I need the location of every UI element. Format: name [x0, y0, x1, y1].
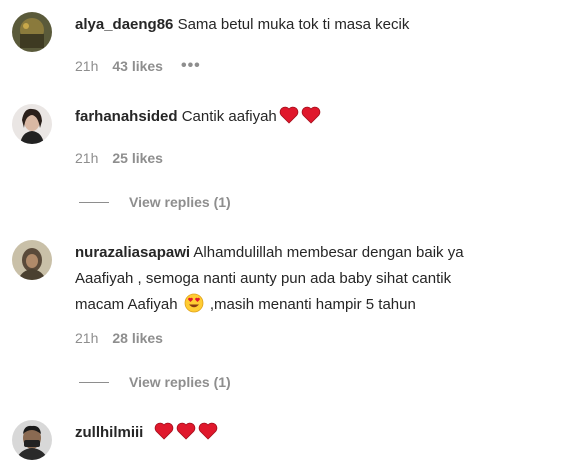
comment-likes[interactable]: 28 likes — [112, 330, 163, 346]
comment-time[interactable]: 21h — [75, 58, 98, 74]
comment-text: Sama betul muka tok ti masa kecik — [177, 16, 410, 33]
view-replies-button[interactable]: View replies (1) — [79, 374, 231, 390]
replies-divider — [79, 381, 109, 383]
comment-text-line-3a: macam Aafiyah — [75, 296, 178, 313]
comment-body: nurazaliasapawi Alhamdulillah membesar d… — [75, 240, 547, 318]
comment-likes[interactable]: 25 likes — [112, 150, 163, 166]
comment-body: alya_daeng86 Sama betul muka tok ti masa… — [75, 12, 547, 38]
comment-likes[interactable]: 43 likes — [112, 58, 163, 74]
comment-username[interactable]: farhanahsided — [75, 108, 178, 125]
heart-icon — [148, 422, 174, 441]
more-horizontal-icon[interactable]: ••• — [181, 57, 201, 75]
avatar[interactable] — [12, 104, 52, 144]
heart-eyes-emoji-icon — [182, 293, 206, 313]
avatar[interactable] — [12, 420, 52, 460]
avatar[interactable] — [12, 240, 52, 280]
heart-icon — [277, 106, 299, 125]
comment-username[interactable]: nurazaliasapawi — [75, 244, 190, 261]
comment-meta: 21h 25 likes — [75, 150, 181, 166]
comment-body: farhanahsided Cantik aafiyah — [75, 104, 547, 130]
replies-divider — [79, 201, 109, 203]
comment-body: zullhilmiii — [75, 420, 547, 446]
view-replies-label[interactable]: View replies (1) — [129, 374, 231, 390]
comment-time[interactable]: 21h — [75, 150, 98, 166]
view-replies-label[interactable]: View replies (1) — [129, 194, 231, 210]
comment-time[interactable]: 21h — [75, 330, 98, 346]
comment-username[interactable]: zullhilmiii — [75, 424, 143, 441]
comment-text-line-2: Aaafiyah , semoga nanti aunty pun ada ba… — [75, 270, 452, 287]
comment-meta: 21h 43 likes ••• — [75, 57, 201, 75]
comment-text: Cantik aafiyah — [181, 108, 277, 125]
view-replies-button[interactable]: View replies (1) — [79, 194, 231, 210]
comment-meta: 21h 28 likes — [75, 330, 181, 346]
heart-icon — [196, 422, 218, 441]
comment-text-line-1: Alhamdulillah membesar dengan baik ya — [193, 244, 464, 261]
heart-icon — [299, 106, 321, 125]
avatar[interactable] — [12, 12, 52, 52]
comment-text-line-3b: ,masih menanti hampir 5 tahun — [209, 296, 416, 313]
comment-username[interactable]: alya_daeng86 — [75, 16, 173, 33]
heart-icon — [174, 422, 196, 441]
